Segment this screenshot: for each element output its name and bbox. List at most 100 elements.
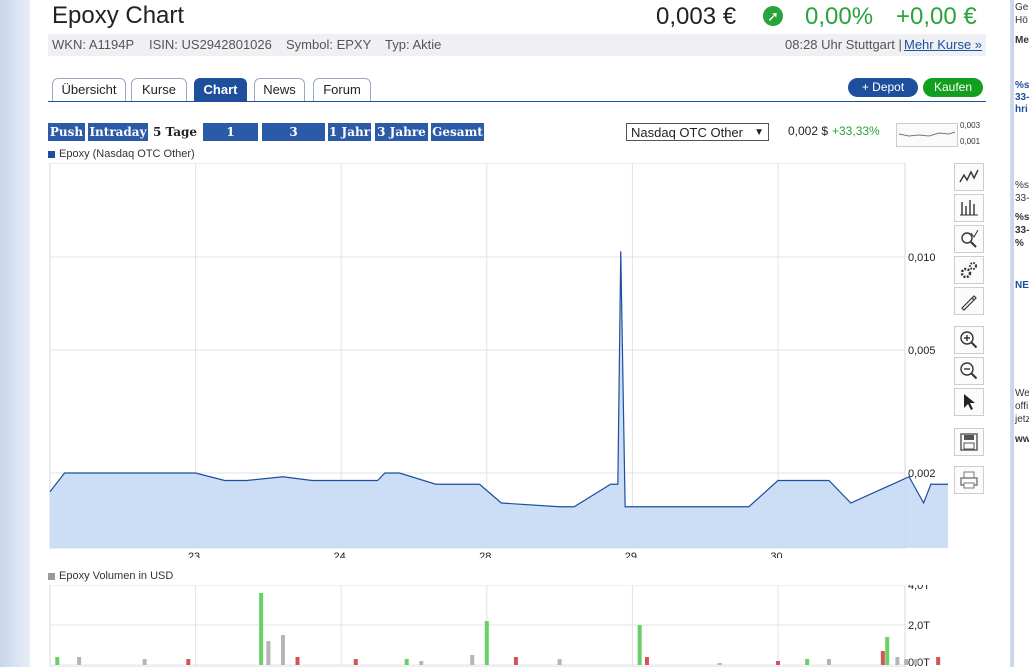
sidebar-link[interactable]: NE [1015, 280, 1029, 292]
settings-gears-icon [960, 262, 977, 279]
volume-tick-label: 2,0T [908, 620, 930, 632]
add-to-depot-button[interactable]: + Depot [848, 78, 918, 97]
sidebar-link[interactable]: hri [1015, 104, 1028, 116]
sidebar-text: % [1015, 238, 1024, 249]
trend-arrow-icon: ➚ [763, 6, 783, 26]
more-prices-link[interactable]: Mehr Kurse » [904, 34, 982, 56]
sidebar-text: Hö [1015, 15, 1028, 26]
cursor-icon [964, 394, 975, 410]
volume-bar [826, 659, 831, 665]
volume-legend-label: Epoxy Volumen in USD [59, 570, 174, 582]
volume-chart[interactable]: 4,0T 2,0T 0,0T [48, 585, 948, 667]
zoom-out-button[interactable] [954, 357, 984, 385]
change-percent: 0,00% [805, 3, 874, 30]
range-total[interactable]: Gesamt [431, 123, 484, 141]
sidebar-text: Me [1015, 35, 1029, 46]
info-bar: WKN: A1194P ISIN: US2942801026 Symbol: E… [48, 34, 986, 56]
volume-bar [895, 657, 900, 665]
exchange-select[interactable]: Nasdaq OTC Other ▼ [626, 123, 769, 141]
price-legend-label: Epoxy (Nasdaq OTC Other) [59, 148, 195, 160]
range-intraday[interactable]: Intraday [88, 123, 148, 141]
main-content: Epoxy Chart 0,003 € ➚ 0,00% +0,00 € WKN:… [30, 0, 1010, 667]
sidebar-link[interactable]: %s [1015, 80, 1029, 92]
tab-chart[interactable]: Chart [194, 78, 247, 101]
volume-bar [717, 663, 722, 665]
volume-bar [266, 641, 271, 665]
volume-bar [55, 657, 60, 665]
left-background [0, 0, 30, 667]
range-1-month[interactable]: 1 Monat [203, 123, 258, 157]
volume-bar [280, 635, 285, 665]
y-tick-label: 0,010 [908, 252, 936, 264]
tab-prices[interactable]: Kurse [131, 78, 187, 101]
draw-pen-icon [961, 295, 977, 311]
zoom-out-icon [960, 362, 978, 380]
range-1-year[interactable]: 1 Jahr [328, 123, 371, 141]
mini-chart [896, 123, 958, 147]
zoom-in-button[interactable] [954, 326, 984, 354]
right-sidebar-strip [1011, 0, 1014, 667]
volume-bar [484, 621, 489, 665]
volume-bar [513, 657, 518, 665]
volume-bar [776, 661, 780, 665]
settings-button[interactable] [954, 256, 984, 284]
sidebar-text: We [1015, 388, 1029, 399]
range-3-months[interactable]: 3 Monate [262, 123, 325, 157]
candlestick-icon [960, 200, 978, 216]
mini-change: +33,33% [832, 124, 880, 138]
draw-button[interactable] [954, 287, 984, 315]
print-button[interactable] [954, 466, 984, 494]
volume-bar [637, 625, 642, 665]
save-button[interactable] [954, 428, 984, 456]
range-5-days[interactable]: 5 Tage [151, 123, 199, 141]
x-tick-label: 23. [188, 551, 203, 558]
y-tick-label: 0,005 [908, 345, 936, 357]
price-chart[interactable]: 0,010 0,005 0,002 23. 24. 28. 29. 30. [48, 163, 948, 558]
zoom-analysis-button[interactable] [954, 225, 984, 253]
sidebar-text: 33- [1015, 225, 1029, 236]
volume-plot-area [49, 585, 906, 667]
zoom-analysis-icon [961, 229, 979, 248]
chevron-down-icon: ▼ [754, 127, 764, 138]
buy-button[interactable]: Kaufen [923, 78, 983, 97]
x-tick-label: 29. [625, 551, 640, 558]
time-place: 08:28 Uhr Stuttgart | [785, 37, 902, 52]
x-tick-label: 30. [770, 551, 785, 558]
volume-bar [404, 659, 409, 665]
volume-bar [295, 657, 300, 665]
volume-bar [805, 659, 810, 665]
candlestick-button[interactable] [954, 194, 984, 222]
mini-high: 0,003 [960, 121, 981, 130]
print-icon [960, 471, 978, 489]
volume-bar [880, 651, 885, 665]
current-price: 0,003 € [656, 3, 737, 30]
type-label: Typ: Aktie [385, 37, 442, 52]
volume-bar [904, 659, 909, 665]
volume-bar [470, 655, 475, 665]
x-tick-label: 28. [479, 551, 494, 558]
isin-label: ISIN: US2942801026 [149, 37, 272, 52]
sidebar-text: jetz [1015, 414, 1029, 425]
exchange-select-value: Nasdaq OTC Other [631, 125, 743, 140]
sidebar-text: %s [1015, 180, 1029, 191]
change-absolute: +0,00 € [896, 3, 977, 30]
price-legend: Epoxy (Nasdaq OTC Other) [48, 148, 195, 160]
save-icon [960, 433, 978, 451]
tab-news[interactable]: News [254, 78, 305, 101]
range-3-years[interactable]: 3 Jahre [375, 123, 428, 141]
tab-forum[interactable]: Forum [313, 78, 371, 101]
range-push[interactable]: Push [48, 123, 85, 141]
sidebar-link[interactable]: 33- [1015, 92, 1029, 104]
volume-bar [557, 659, 562, 665]
volume-legend: Epoxy Volumen in USD [48, 570, 173, 582]
volume-bar [142, 659, 147, 665]
pointer-button[interactable] [954, 388, 984, 416]
tab-overview[interactable]: Übersicht [52, 78, 126, 101]
legend-swatch [48, 572, 55, 580]
volume-bar [259, 593, 264, 665]
sidebar-text: ww [1015, 434, 1029, 445]
sidebar-text: 33- [1015, 193, 1029, 204]
line-chart-button[interactable] [954, 163, 984, 191]
sidebar-text: Ge [1015, 2, 1029, 13]
y-tick-label: 0,002 [908, 468, 936, 480]
